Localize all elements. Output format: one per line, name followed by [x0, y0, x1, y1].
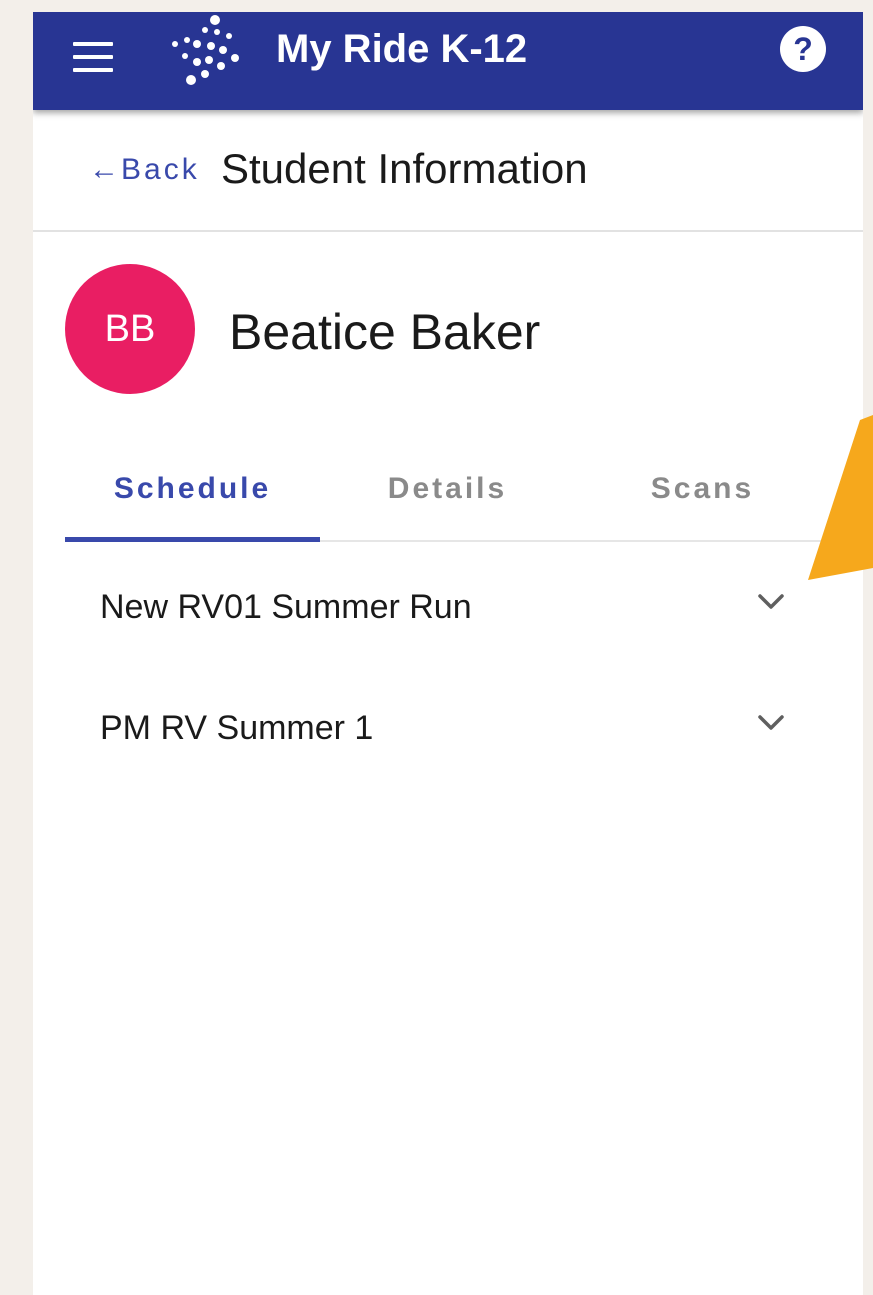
tab-bar: Schedule Details Scans	[65, 452, 831, 542]
tab-schedule[interactable]: Schedule	[65, 470, 320, 508]
route-row[interactable]: PM RV Summer 1	[33, 677, 863, 787]
back-label: Back	[121, 153, 200, 186]
active-tab-indicator	[65, 537, 320, 542]
dots-logo-icon	[172, 15, 239, 85]
tab-label: Details	[387, 472, 508, 505]
page-header: ←Back Student Information	[33, 110, 863, 232]
route-name: PM RV Summer 1	[100, 709, 374, 747]
phone-screen: My Ride K-12 ? ←Back Student Information…	[33, 12, 863, 1295]
avatar: BB	[65, 264, 195, 394]
route-name: New RV01 Summer Run	[100, 588, 472, 626]
help-icon[interactable]: ?	[780, 26, 826, 72]
student-name: Beatice Baker	[229, 304, 541, 360]
tab-label: Schedule	[113, 472, 272, 505]
chevron-down-icon[interactable]	[757, 592, 785, 612]
app-title: My Ride K-12	[276, 27, 528, 71]
hamburger-menu-icon[interactable]	[73, 42, 113, 72]
route-row[interactable]: New RV01 Summer Run	[33, 556, 863, 666]
back-button[interactable]: ←Back	[89, 152, 200, 188]
app-bar: My Ride K-12 ?	[33, 12, 863, 110]
tab-scans[interactable]: Scans	[575, 470, 830, 508]
chevron-down-icon[interactable]	[757, 713, 785, 733]
tab-details[interactable]: Details	[320, 470, 575, 508]
back-arrow-icon: ←	[89, 153, 119, 186]
page-title: Student Information	[221, 145, 588, 192]
tab-label: Scans	[650, 472, 755, 505]
